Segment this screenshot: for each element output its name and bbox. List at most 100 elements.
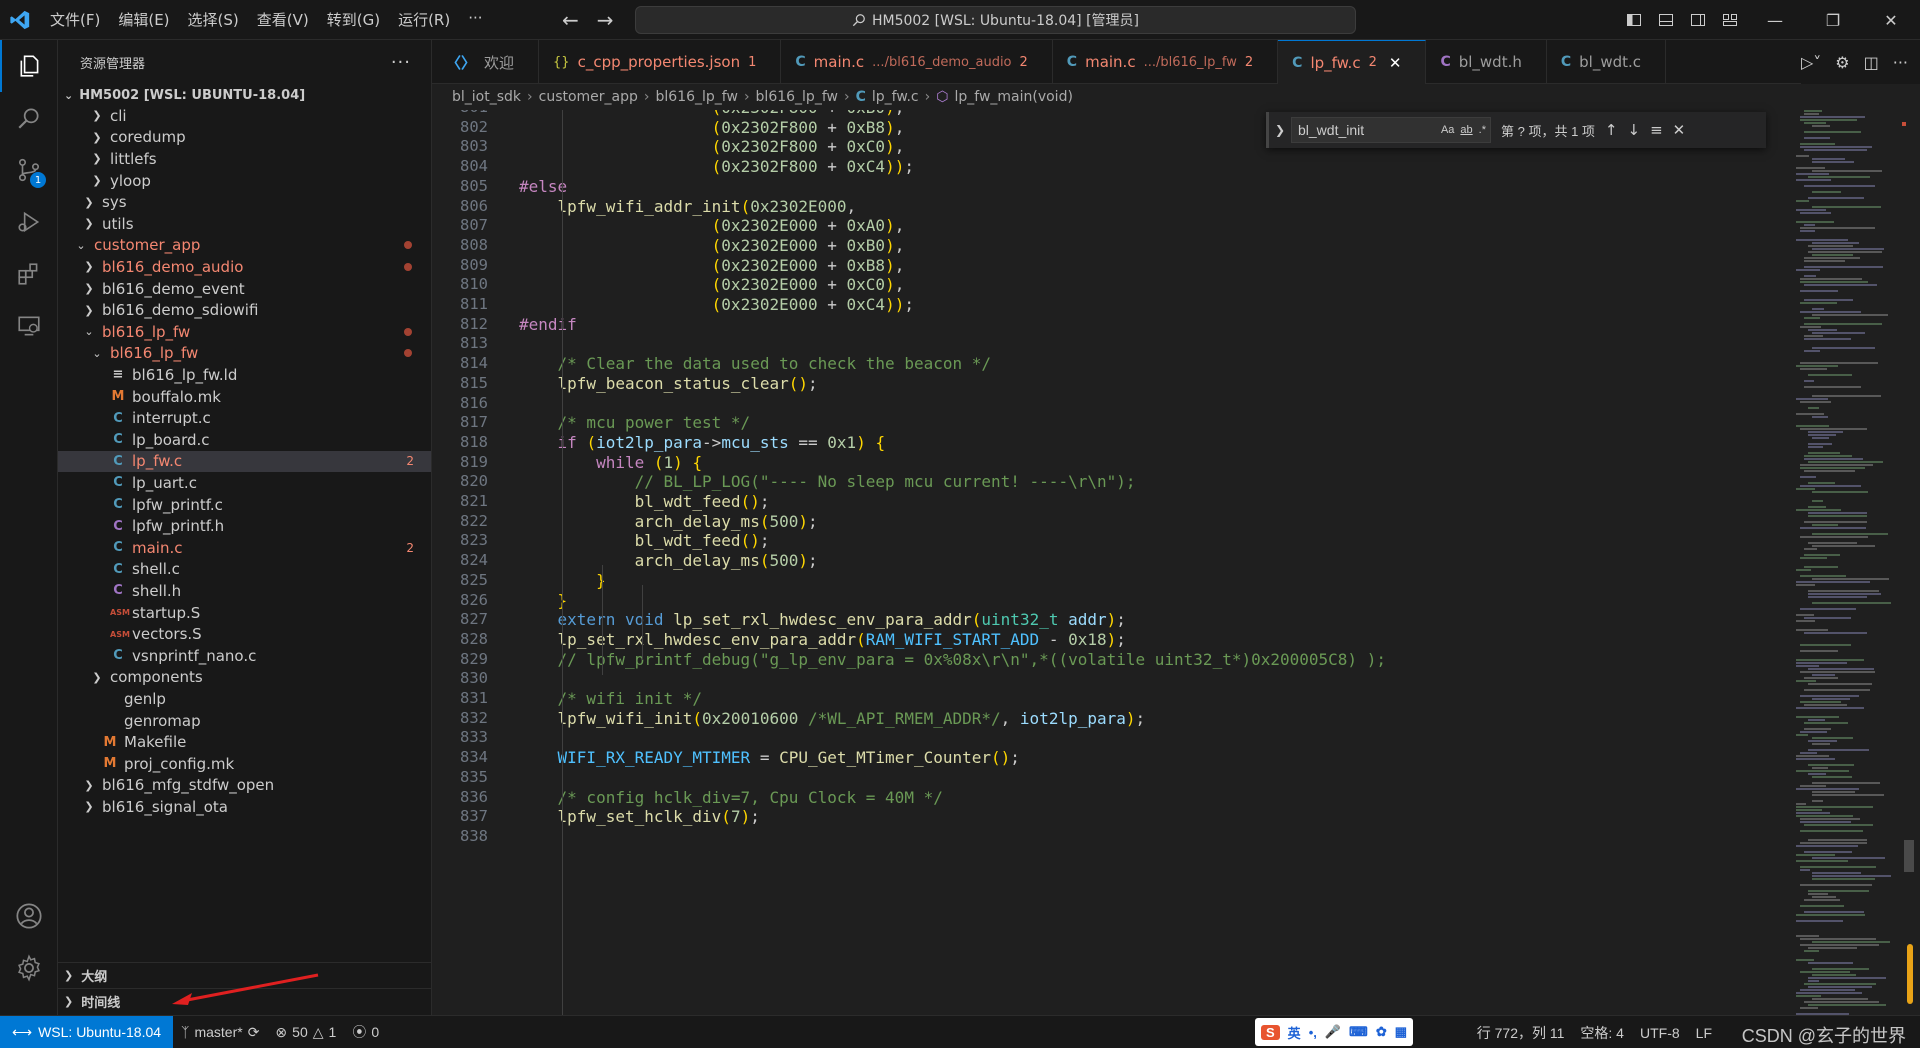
folder-item[interactable]: ❯ bl616_demo_sdiowifi (58, 299, 431, 321)
editor-tab[interactable]: Cbl_wdt.h (1426, 40, 1547, 84)
file-item[interactable]: Cinterrupt.c (58, 407, 431, 429)
ime-mode-label[interactable]: 英 (1288, 1023, 1301, 1042)
source-control-icon[interactable]: 1 (0, 144, 58, 196)
ports-indicator[interactable]: ⦿ 0 (344, 1022, 387, 1042)
breadcrumb-item[interactable]: bl616_lp_fw (756, 89, 838, 105)
file-item[interactable]: ASM startup.S (58, 602, 431, 624)
editor-tab[interactable]: Cmain.c .../bl616_lp_fw 2 (1053, 40, 1279, 84)
code-line[interactable]: lpfw_set_hclk_div(7); (519, 807, 760, 827)
folder-item[interactable]: ❯ utils (58, 213, 431, 235)
code-line[interactable]: while (1) { (519, 453, 702, 473)
settings-icon[interactable]: ⚙ (1835, 53, 1849, 72)
toggle-replace-chevron-icon[interactable]: ❯ (1269, 123, 1291, 137)
cursor-position[interactable]: 行 772，列 11 (1469, 1023, 1573, 1043)
breadcrumb-item[interactable]: lp_fw.c (872, 89, 919, 105)
close-tab-icon[interactable]: ✕ (1389, 54, 1402, 72)
code-line[interactable]: lpfw_wifi_addr_init(0x2302E000, (519, 197, 857, 217)
code-line[interactable]: #endif (519, 315, 577, 335)
code-line[interactable]: extern void lp_set_rxl_hwdesc_env_para_a… (519, 610, 1126, 630)
folder-item[interactable]: ⌄ bl616_lp_fw (58, 321, 431, 343)
file-item[interactable]: Clp_uart.c (58, 472, 431, 494)
folder-item[interactable]: ⌄ customer_app (58, 235, 431, 257)
folder-item[interactable]: ❯ bl616_mfg_stdfw_open (58, 775, 431, 797)
command-center[interactable]: HM5002 [WSL: Ubuntu-18.04] [管理员] (635, 6, 1356, 34)
toggle-primary-sidebar-icon[interactable] (1618, 12, 1650, 28)
code-line[interactable]: // BL_LP_LOG("---- No sleep mcu current!… (519, 472, 1136, 492)
code-line[interactable]: /* mcu power test */ (519, 413, 751, 433)
folder-item[interactable]: ❯ components (58, 667, 431, 689)
folder-item[interactable]: ❯ littlefs (58, 148, 431, 170)
folder-item[interactable]: ❯ cli (58, 106, 431, 127)
menu-item[interactable]: 选择(S) (180, 3, 247, 36)
code-line[interactable]: arch_delay_ms(500); (519, 512, 818, 532)
git-branch[interactable]: ᛉ master* ⟳ (173, 1024, 267, 1041)
editor-tab[interactable]: {} c_cpp_properties.json 1 (539, 40, 782, 84)
file-item[interactable]: Mbouffalo.mk (58, 386, 431, 408)
editor-tab[interactable]: 〈〉 欢迎 (432, 40, 540, 84)
forward-arrow-icon[interactable]: → (597, 8, 614, 32)
minimize-button[interactable]: — (1746, 0, 1804, 40)
toggle-panel-icon[interactable] (1650, 12, 1682, 28)
code-line[interactable]: if (iot2lp_para->mcu_sts == 0x1) { (519, 433, 886, 453)
code-line[interactable]: /* config hclk_div=7, Cpu Clock = 40M */ (519, 788, 943, 808)
file-item[interactable]: genlp (58, 688, 431, 710)
remote-indicator[interactable]: ⟷ WSL: Ubuntu-18.04 (0, 1015, 174, 1048)
restore-button[interactable]: ❐ (1804, 0, 1862, 40)
match-whole-word-icon[interactable]: ab (1460, 124, 1472, 136)
code-line[interactable]: WIFI_RX_READY_MTIMER = CPU_Get_MTimer_Co… (519, 748, 1020, 768)
previous-match-icon[interactable]: ↑ (1605, 121, 1618, 139)
code-line[interactable]: arch_delay_ms(500); (519, 551, 818, 571)
file-item[interactable]: Mproj_config.mk (58, 753, 431, 775)
code-line[interactable]: /* Clear the data used to check the beac… (519, 354, 991, 374)
folder-item[interactable]: ❯ bl616_demo_event (58, 278, 431, 300)
remote-explorer-icon[interactable] (0, 300, 58, 352)
folder-item[interactable]: ❯ bl616_demo_audio (58, 256, 431, 278)
code-line[interactable]: lp_set_rxl_hwdesc_env_para_addr(RAM_WIFI… (519, 630, 1126, 650)
manage-gear-icon[interactable] (0, 942, 58, 994)
explorer-icon[interactable] (0, 40, 58, 92)
folder-item[interactable]: ❯ bl616_signal_ota (58, 796, 431, 818)
back-arrow-icon[interactable]: ← (562, 8, 579, 32)
workspace-root[interactable]: ⌄ HM5002 [WSL: UBUNTU-18.04] (58, 84, 431, 106)
breadcrumb-item[interactable]: customer_app (539, 89, 638, 105)
menu-item[interactable]: 编辑(E) (110, 3, 177, 36)
use-regex-icon[interactable]: .* (1479, 124, 1486, 136)
file-item[interactable]: Clp_fw.c 2 (58, 450, 431, 473)
file-item[interactable]: Cmain.c 2 (58, 537, 431, 559)
encoding[interactable]: UTF-8 (1632, 1025, 1688, 1041)
code-line[interactable]: (0x2302E000 + 0xB0), (519, 236, 905, 256)
code-line[interactable]: (0x2302E000 + 0xC4)); (519, 295, 914, 315)
folder-item[interactable]: ❯ yloop (58, 170, 431, 192)
code-line[interactable]: bl_wdt_feed(); (519, 531, 770, 551)
menu-item[interactable]: 查看(V) (249, 3, 317, 36)
indentation[interactable]: 空格: 4 (1572, 1023, 1632, 1043)
more-actions-icon[interactable]: ··· (391, 52, 411, 73)
close-find-icon[interactable]: ✕ (1673, 121, 1686, 139)
file-item[interactable]: genromap (58, 710, 431, 732)
menu-item[interactable]: 运行(R) (390, 3, 458, 36)
ime-toolbar[interactable]: S 英 •, 🎤 ⌨ ✿ ▦ (1255, 1018, 1414, 1046)
code-line[interactable]: (0x2302E000 + 0xC0), (519, 275, 905, 295)
breadcrumb-item[interactable]: lp_fw_main(void) (954, 89, 1072, 105)
extensions-icon[interactable] (0, 248, 58, 300)
code-line[interactable]: (0x2302E000 + 0xB8), (519, 256, 905, 276)
timeline-section[interactable]: ❯ 时间线 (58, 973, 431, 1014)
code-line[interactable]: (0x2302F800 + 0xB8), (519, 118, 905, 138)
run-icon[interactable]: ▷˅ (1801, 53, 1821, 72)
close-window-button[interactable]: ✕ (1862, 0, 1920, 40)
code-line[interactable]: (0x2302F800 + 0xB0), (519, 110, 905, 118)
file-item[interactable]: M Makefile (58, 731, 431, 753)
code-line[interactable]: // lpfw_printf_debug("g_lp_env_para = 0x… (519, 650, 1386, 670)
customize-layout-icon[interactable] (1714, 12, 1746, 28)
code-line[interactable]: /* wifi init */ (519, 689, 703, 709)
accounts-icon[interactable] (0, 890, 58, 942)
toggle-secondary-sidebar-icon[interactable] (1682, 12, 1714, 28)
file-item[interactable]: Clpfw_printf.h (58, 515, 431, 537)
keyboard-icon[interactable]: ⌨ (1349, 1024, 1368, 1040)
file-item[interactable]: Cshell.h (58, 580, 431, 602)
minimap[interactable] (1790, 110, 1908, 1015)
editor-tab[interactable]: Cbl_wdt.c (1547, 40, 1667, 84)
punctuation-icon[interactable]: •, (1309, 1025, 1317, 1040)
find-input[interactable]: bl_wdt_init Aa ab .* (1291, 117, 1491, 143)
file-item[interactable]: ≡ bl616_lp_fw.ld (58, 364, 431, 386)
